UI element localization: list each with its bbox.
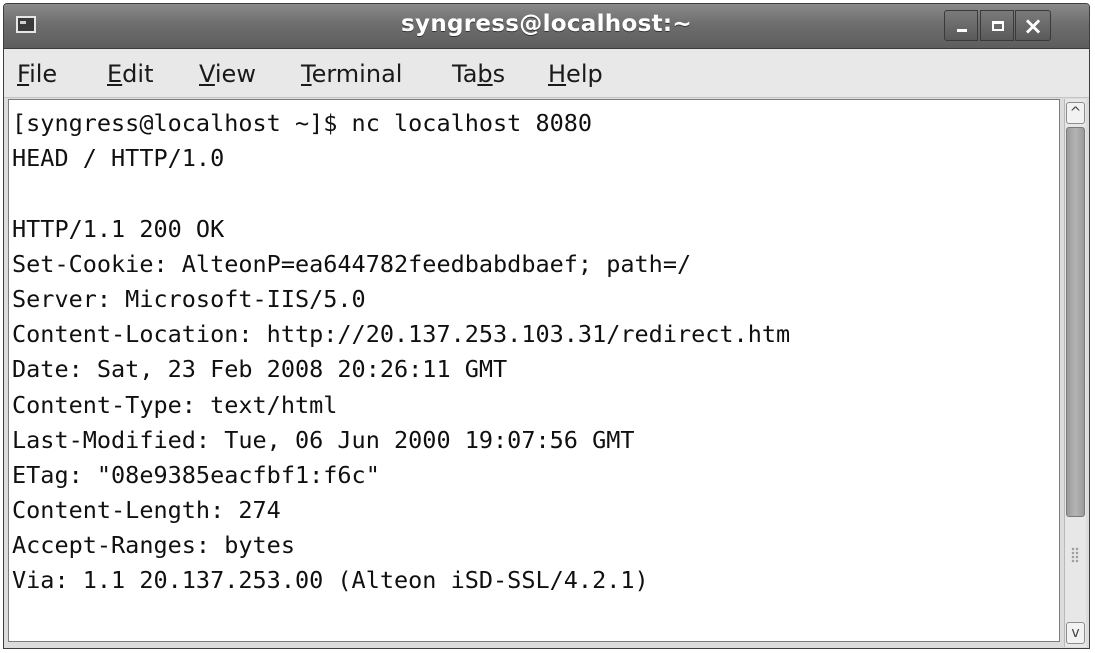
menu-mnemonic: b — [477, 60, 493, 88]
terminal-line: Set-Cookie: AlteonP=ea644782feedbabdbaef… — [12, 249, 692, 278]
menu-edit[interactable]: Edit — [107, 60, 153, 88]
terminal-line: ETag: "08e9385eacfbf1:f6c" — [12, 460, 380, 489]
menu-help[interactable]: Help — [548, 60, 603, 88]
terminal-line: Last-Modified: Tue, 06 Jun 2000 19:07:56… — [12, 425, 635, 454]
menu-mnemonic: T — [301, 60, 312, 88]
resize-grip-icon — [1071, 547, 1079, 563]
close-icon: × — [1022, 12, 1044, 40]
terminal-line: HTTP/1.1 200 OK — [12, 214, 225, 243]
menu-label-rest: s — [492, 60, 506, 88]
terminal-line: Content-Type: text/html — [12, 390, 338, 419]
terminal-line: HEAD / HTTP/1.0 — [12, 144, 225, 173]
terminal-line: Content-Location: http://20.137.253.103.… — [12, 320, 791, 349]
scrollbar-thumb[interactable] — [1066, 127, 1085, 517]
window-title: syngress@localhost:~ — [401, 11, 692, 37]
menu-view[interactable]: View — [199, 60, 256, 88]
vertical-scrollbar[interactable]: ^ v — [1064, 99, 1086, 647]
maximize-icon — [992, 21, 1004, 31]
chevron-down-icon: v — [1071, 625, 1080, 641]
terminal-window: syngress@localhost:~ × File Edit View Te… — [3, 3, 1090, 649]
menu-label-prefix: Ta — [452, 60, 478, 88]
menu-label-rest: ile — [29, 60, 58, 88]
menu-mnemonic: F — [17, 60, 30, 88]
menu-label-rest: iew — [214, 60, 256, 88]
menu-bar: File Edit View Terminal Tabs Help — [4, 49, 1089, 98]
minimize-button[interactable] — [944, 10, 978, 41]
terminal-line: Server: Microsoft-IIS/5.0 — [12, 284, 366, 313]
terminal-line: Accept-Ranges: bytes — [12, 531, 295, 560]
menu-mnemonic: V — [199, 60, 215, 88]
menu-file[interactable]: File — [17, 60, 57, 88]
terminal-line: Content-Length: 274 — [12, 496, 281, 525]
menu-label-rest: erminal — [311, 60, 403, 88]
terminal-line: [syngress@localhost ~]$ nc localhost 808… — [12, 109, 593, 137]
close-button[interactable]: × — [1015, 10, 1051, 41]
menu-mnemonic: H — [548, 60, 567, 88]
terminal-line: Date: Sat, 23 Feb 2008 20:26:11 GMT — [12, 355, 508, 384]
menu-tabs[interactable]: Tabs — [452, 60, 505, 88]
menu-label-rest: dit — [122, 60, 154, 88]
terminal-line: [syngress@localhost ~]$ — [12, 634, 1055, 641]
chevron-up-icon: ^ — [1069, 105, 1082, 121]
terminal-lines: [syngress@localhost ~]$ nc localhost 808… — [12, 106, 1055, 641]
terminal-output[interactable]: [syngress@localhost ~]$ nc localhost 808… — [8, 99, 1060, 642]
minimize-icon — [957, 29, 967, 32]
scroll-up-button[interactable]: ^ — [1066, 102, 1085, 124]
menu-label-rest: elp — [566, 60, 603, 88]
terminal-line: Via: 1.1 20.137.253.00 (Alteon iSD-SSL/4… — [12, 566, 649, 595]
menu-terminal[interactable]: Terminal — [301, 60, 402, 88]
menu-mnemonic: E — [107, 60, 123, 88]
title-bar[interactable]: syngress@localhost:~ × — [4, 4, 1089, 49]
maximize-button[interactable] — [980, 10, 1014, 41]
scroll-down-button[interactable]: v — [1066, 622, 1085, 644]
